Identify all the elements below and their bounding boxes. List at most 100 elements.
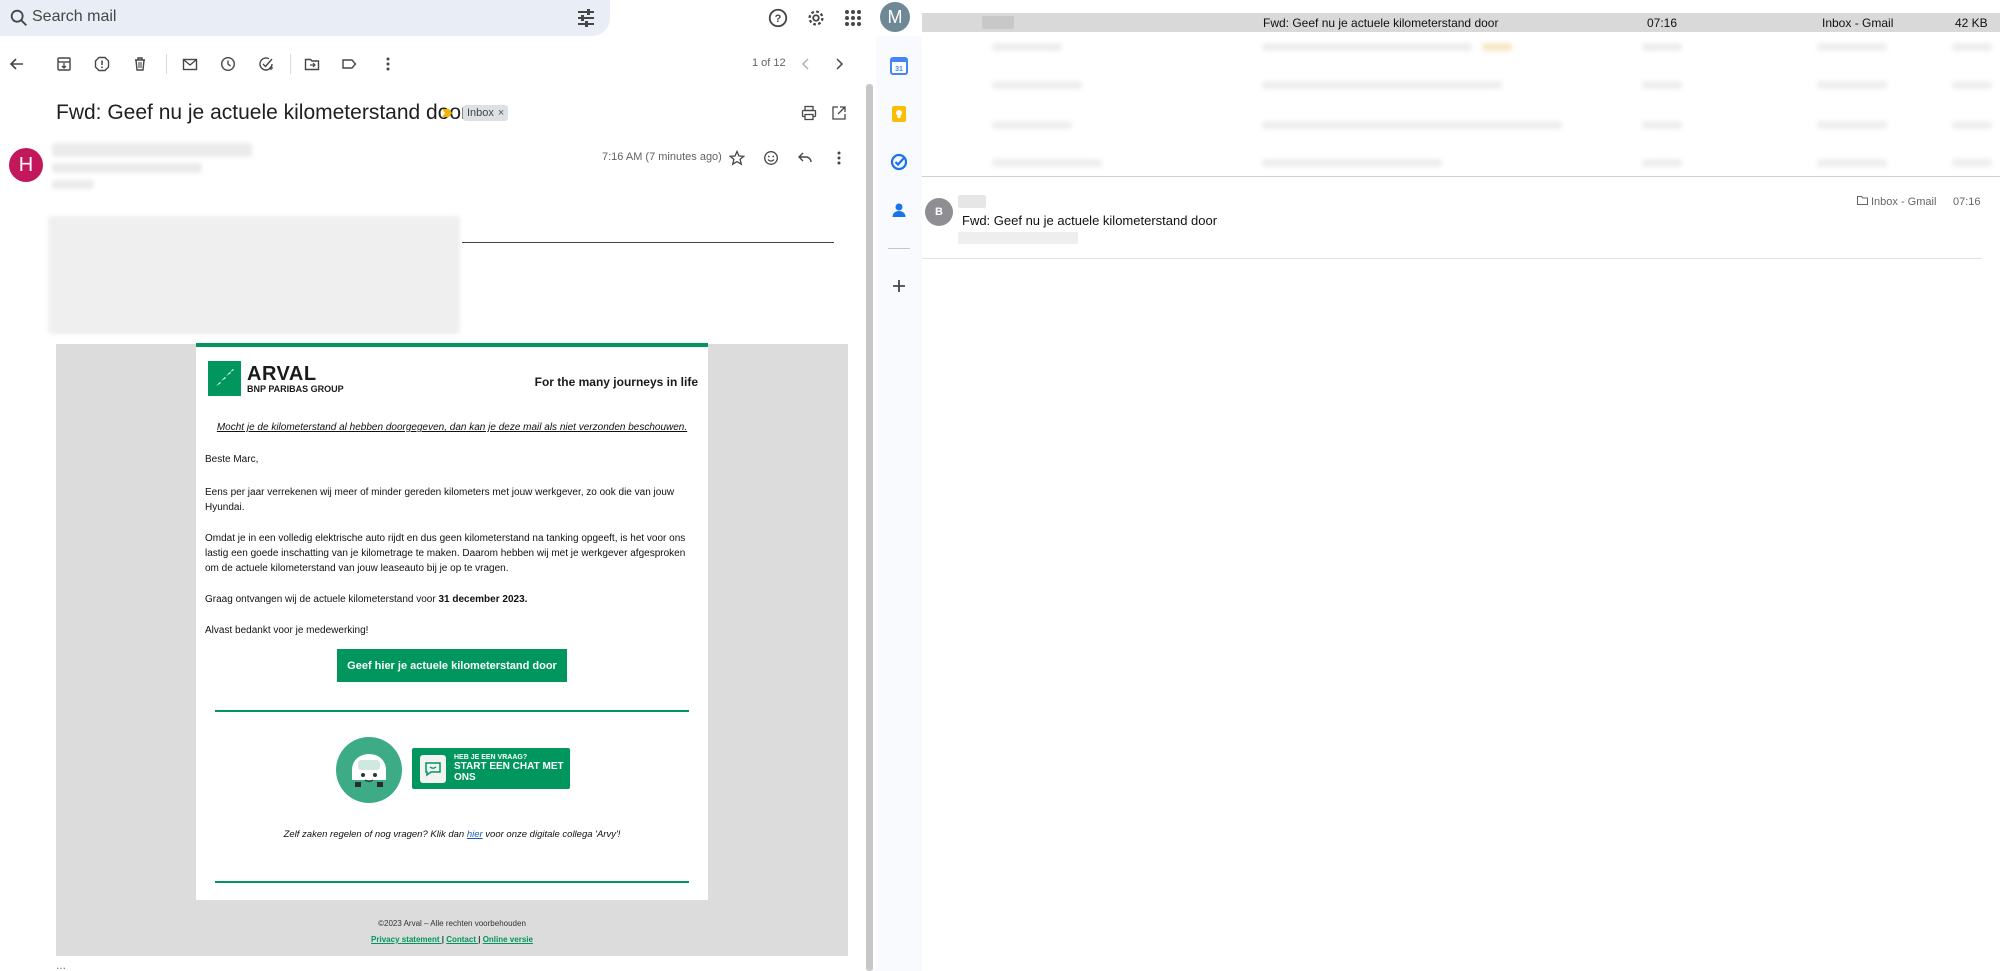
blurred-text	[1482, 43, 1512, 51]
archive-icon[interactable]	[52, 52, 76, 76]
importance-marker-icon[interactable]	[441, 106, 453, 124]
keep-icon[interactable]	[887, 102, 911, 126]
blurred-text	[1642, 81, 1682, 89]
plus-icon[interactable]	[887, 274, 911, 298]
redacted-preview-sender	[958, 195, 986, 208]
email-notice: Mocht je de kilometerstand al hebben doo…	[216, 422, 688, 433]
deadline-date: 31 december 2023.	[438, 594, 528, 605]
search-icon[interactable]	[8, 7, 30, 29]
row-time: 07:16	[1647, 16, 1678, 30]
back-icon[interactable]	[5, 52, 29, 76]
arval-logo: ARVAL BNP PARIBAS GROUP	[208, 361, 344, 396]
redacted-forward-header	[48, 216, 460, 334]
calendar-icon[interactable]: 31	[887, 54, 911, 78]
pagination-label: 1 of 12	[752, 57, 786, 69]
help-icon[interactable]: ?	[764, 4, 792, 32]
email-paragraph-2: Omdat je in een volledig elektrische aut…	[205, 533, 686, 574]
sender-avatar[interactable]: H	[9, 148, 43, 182]
message-more-icon[interactable]	[827, 146, 851, 170]
blurred-text	[1817, 43, 1887, 51]
blurred-text	[1642, 121, 1682, 129]
folder-icon	[1857, 196, 1868, 208]
message-time: 7:16 AM (7 minutes ago)	[602, 151, 722, 163]
message-list-row[interactable]	[922, 116, 2000, 134]
redacted-to	[52, 180, 94, 189]
message-subject: Fwd: Geef nu je actuele kilometerstand d…	[56, 101, 469, 124]
message-list-row[interactable]	[922, 76, 2000, 94]
snooze-icon[interactable]	[216, 52, 240, 76]
online-version-link[interactable]: Online versie	[483, 935, 533, 944]
help-text: Zelf zaken regelen of nog vragen? Klik d…	[205, 827, 699, 842]
move-to-icon[interactable]	[300, 52, 324, 76]
remove-label-icon[interactable]: ×	[498, 107, 504, 119]
blurred-text	[1642, 43, 1682, 51]
brand-tagline: For the many journeys in life	[534, 375, 698, 389]
show-trimmed-content[interactable]: ...	[56, 958, 66, 971]
start-chat-button[interactable]: HEB JE EEN VRAAG? START EEN CHAT MET ONS	[412, 748, 570, 789]
email-paragraph-3: Graag ontvangen wij de actuele kilometer…	[205, 592, 699, 607]
submit-mileage-button[interactable]: Geef hier je actuele kilometerstand door	[337, 649, 567, 682]
chat-line-1: HEB JE EEN VRAAG?	[453, 754, 528, 761]
arvy-link[interactable]: hier	[467, 829, 483, 840]
list-preview-divider	[922, 176, 2000, 177]
contacts-icon[interactable]	[887, 198, 911, 222]
message-list-row[interactable]	[922, 154, 2000, 172]
chevron-left-icon[interactable]	[794, 52, 818, 76]
message-list-row[interactable]	[922, 38, 2000, 56]
blurred-text	[1262, 43, 1472, 51]
message-list-selected-row[interactable]: Fwd: Geef nu je actuele kilometerstand d…	[922, 13, 2000, 32]
mark-unread-icon[interactable]	[178, 52, 202, 76]
open-new-window-icon[interactable]	[827, 101, 851, 125]
blurred-text	[1952, 121, 1992, 129]
email-greeting: Beste Marc,	[205, 454, 259, 465]
account-avatar[interactable]: M	[880, 2, 910, 32]
gmail-window: Search mail ? M 1 of 12 Fwd: Geef nu je …	[0, 0, 922, 971]
tune-icon[interactable]	[574, 6, 598, 30]
row-size: 42 KB	[1955, 16, 1988, 30]
contact-link[interactable]: Contact	[446, 935, 478, 944]
redacted-preview-recipient	[958, 232, 1078, 244]
green-divider	[215, 710, 689, 712]
forward-divider	[462, 242, 834, 243]
redacted-sender	[52, 143, 252, 157]
inbox-label-chip[interactable]: Inbox ×	[463, 105, 509, 121]
blurred-text	[1262, 81, 1502, 89]
blurred-text	[1642, 159, 1682, 167]
help-prefix: Zelf zaken regelen of nog vragen? Klik d…	[283, 829, 467, 840]
preview-time: 07:16	[1953, 196, 1981, 208]
search-bar[interactable]: Search mail	[0, 0, 610, 36]
screen: Search mail ? M 1 of 12 Fwd: Geef nu je …	[0, 0, 2000, 971]
scrollbar-thumb[interactable]	[866, 84, 873, 971]
delete-icon[interactable]	[128, 52, 152, 76]
chevron-right-icon[interactable]	[827, 52, 851, 76]
report-spam-icon[interactable]	[90, 52, 114, 76]
privacy-link[interactable]: Privacy statement	[371, 935, 442, 944]
toolbar-divider	[166, 54, 167, 74]
preview-mailbox[interactable]: Inbox - Gmail	[1857, 196, 1936, 208]
reply-icon[interactable]	[793, 146, 817, 170]
print-icon[interactable]	[797, 101, 821, 125]
more-icon[interactable]	[376, 52, 400, 76]
row-subject: Fwd: Geef nu je actuele kilometerstand d…	[1263, 16, 1499, 30]
settings-icon[interactable]	[802, 4, 830, 32]
blurred-text	[992, 121, 1072, 129]
blurred-text	[1952, 81, 1992, 89]
search-input[interactable]: Search mail	[32, 8, 116, 26]
blurred-text	[992, 81, 1082, 89]
arvy-car-icon[interactable]	[336, 737, 402, 803]
label-chip-text: Inbox	[467, 107, 494, 119]
emoji-icon[interactable]	[759, 146, 783, 170]
star-icon[interactable]	[725, 146, 749, 170]
apps-icon[interactable]	[839, 4, 867, 32]
tasks-icon[interactable]	[887, 150, 911, 174]
label-icon[interactable]	[337, 52, 361, 76]
blurred-text	[1262, 159, 1442, 167]
chat-line-2: START EEN CHAT MET ONS	[453, 761, 564, 783]
footer-links: Privacy statement | Contact | Online ver…	[56, 935, 848, 944]
mail-app-window: Fwd: Geef nu je actuele kilometerstand d…	[922, 0, 2000, 971]
add-task-icon[interactable]	[254, 52, 278, 76]
blurred-text	[1952, 159, 1992, 167]
bnp-stars-icon	[208, 361, 241, 396]
email-content: ARVAL BNP PARIBAS GROUP For the many jou…	[196, 343, 708, 900]
green-divider	[215, 881, 689, 883]
